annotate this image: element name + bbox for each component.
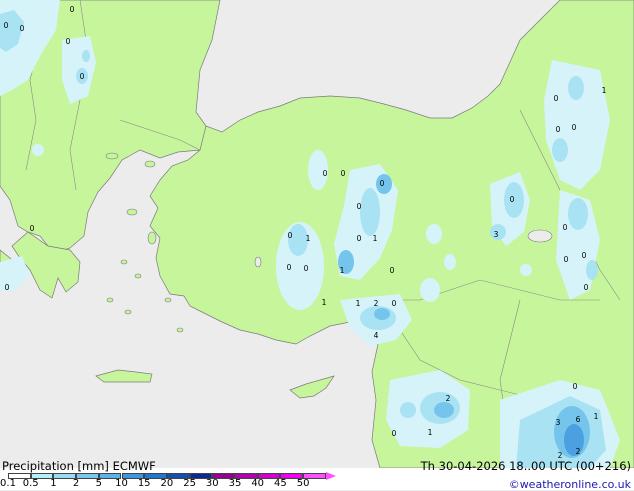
value-label: 0	[582, 251, 587, 260]
value-label: 1	[428, 428, 433, 437]
value-label: 0	[392, 429, 397, 438]
precipitation-map: 0 0 0 0 0 0 0 1 0 0 0 0 0 0 0 1 0 1 0 1 …	[0, 0, 634, 468]
value-label: 0	[573, 382, 578, 391]
forecast-datetime: Th 30-04-2026 18..00 UTC (00+216)	[420, 459, 631, 473]
value-label: 0	[392, 299, 397, 308]
value-label: 2	[576, 447, 581, 456]
value-label: 0	[288, 231, 293, 240]
value-label: 0	[390, 266, 395, 275]
value-label: 1	[373, 234, 378, 243]
value-label: 3	[494, 230, 499, 239]
color-scale-ticks: 0.1 0.5 1 2 5 10 15 20 25 30 35 40 45 50	[0, 478, 330, 490]
color-scale-tick: 10	[115, 478, 128, 489]
value-label: 0	[30, 224, 35, 233]
color-scale-tick: 45	[274, 478, 287, 489]
value-label: 0	[4, 21, 9, 30]
value-label: 0	[556, 125, 561, 134]
color-scale-tick: 2	[72, 478, 80, 489]
legend-title: Precipitation [mm] ECMWF	[2, 459, 156, 473]
value-label: 0	[80, 72, 85, 81]
value-label: 0	[357, 234, 362, 243]
value-label: 6	[576, 415, 581, 424]
value-label: 1	[340, 266, 345, 275]
color-scale-tick: 0.1	[0, 478, 16, 489]
value-label: 0	[357, 202, 362, 211]
value-label: 0	[341, 169, 346, 178]
value-label: 0	[20, 24, 25, 33]
value-label: 3	[556, 418, 561, 427]
value-label: 0	[564, 255, 569, 264]
value-label: 2	[374, 299, 379, 308]
value-label: 1	[356, 299, 361, 308]
value-label: 0	[380, 179, 385, 188]
value-label: 0	[584, 283, 589, 292]
credit-link[interactable]: ©weatheronline.co.uk	[509, 478, 631, 491]
value-label: 0	[510, 195, 515, 204]
color-scale-tick: 25	[183, 478, 196, 489]
color-scale-tick: 30	[205, 478, 219, 489]
value-label: 4	[374, 331, 379, 340]
value-label: 1	[602, 86, 607, 95]
value-label: 2	[446, 394, 451, 403]
color-scale-tick: 1	[50, 478, 57, 489]
value-label: 0	[70, 5, 75, 14]
value-label: 0	[323, 169, 328, 178]
color-scale-tick: 20	[160, 478, 174, 489]
color-scale-tick: 40	[251, 478, 265, 489]
value-label: 0	[554, 94, 559, 103]
value-label: 0	[5, 283, 10, 292]
value-label: 0	[287, 263, 292, 272]
value-label: 0	[304, 264, 309, 273]
color-scale-tick: 15	[137, 478, 151, 489]
color-scale-tick: 35	[228, 478, 242, 489]
value-label: 0	[563, 223, 568, 232]
value-label: 1	[306, 234, 311, 243]
value-label: 1	[322, 298, 327, 307]
value-label: 1	[594, 412, 599, 421]
value-label: 0	[572, 123, 577, 132]
value-label: 0	[66, 37, 71, 46]
color-scale-tick: 5	[95, 478, 102, 489]
color-scale-tick: 50	[296, 478, 310, 489]
color-scale-tick: 0.5	[22, 478, 39, 489]
